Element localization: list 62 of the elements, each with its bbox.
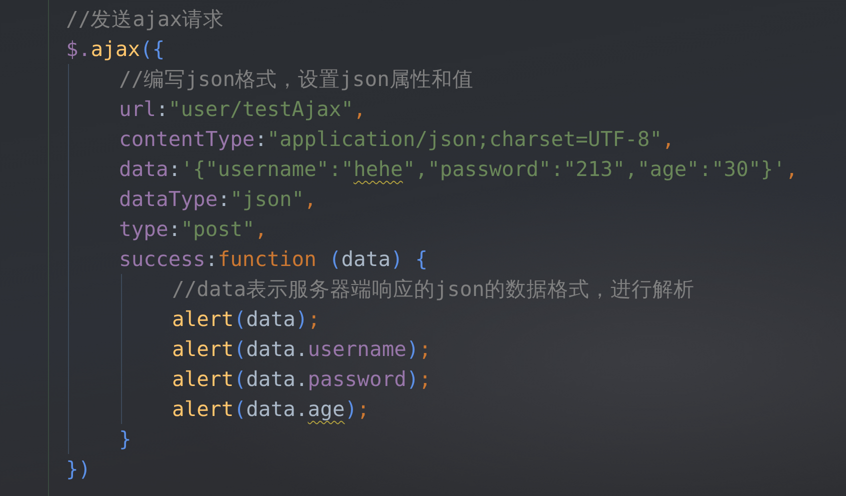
variable-name: data	[341, 247, 391, 271]
property-name: url	[119, 97, 156, 121]
function-name: alert	[172, 337, 234, 361]
property-name: type	[119, 217, 168, 241]
bracket: )	[406, 367, 419, 391]
string-literal: "post"	[180, 217, 255, 241]
string-literal: "user/testAjax"	[168, 97, 354, 121]
bracket: )	[344, 397, 358, 421]
property-name: dataType	[119, 187, 218, 211]
bracket: }	[119, 427, 132, 451]
bracket: ) {	[390, 247, 428, 271]
bracket: })	[66, 457, 91, 481]
punctuation: :	[205, 247, 218, 271]
punctuation: :	[254, 127, 268, 151]
bracket: (	[234, 397, 246, 421]
punctuation: :	[218, 187, 230, 211]
function-name: alert	[172, 367, 234, 391]
string-literal: "application/json;charset=UTF-8"	[267, 127, 662, 151]
punctuation: ;	[418, 367, 432, 391]
variable-name: data	[246, 367, 296, 391]
comment-text: //data表示服务器端响应的json的数据格式，进行解析	[172, 277, 694, 301]
string-literal: '{"username":"	[180, 157, 354, 181]
punctuation: :	[168, 217, 181, 241]
bracket: )	[406, 337, 419, 361]
bracket: (	[234, 367, 246, 391]
bracket: )	[295, 307, 308, 331]
property-name: password	[308, 367, 407, 391]
keyword: function	[218, 247, 316, 271]
property-name: success	[119, 247, 206, 271]
punctuation: .	[295, 367, 308, 391]
punctuation: ,	[662, 127, 674, 151]
bracket: (	[234, 307, 246, 331]
property-name: data	[119, 157, 168, 181]
property-name: username	[308, 337, 407, 361]
punctuation: ;	[308, 307, 320, 331]
string-literal: hehe	[354, 157, 403, 181]
punctuation: :	[168, 157, 181, 181]
punctuation: ,	[304, 187, 316, 211]
punctuation: ,	[354, 97, 366, 121]
function-name: alert	[172, 307, 234, 331]
function-name: ajax	[90, 37, 140, 61]
punctuation: .	[295, 397, 308, 421]
punctuation: :	[156, 97, 168, 121]
string-literal: ","password":"213","age":"30"}'	[402, 157, 786, 181]
variable-name: data	[246, 397, 296, 421]
bracket: ({	[140, 37, 165, 61]
punctuation: ;	[357, 397, 370, 421]
property-name: contentType	[119, 127, 255, 151]
variable-name: data	[246, 307, 296, 331]
punctuation: .	[295, 337, 308, 361]
variable-name: data	[246, 337, 296, 361]
bracket: (	[328, 247, 342, 271]
comment-text: //发送ajax请求	[66, 7, 224, 31]
punctuation: ,	[254, 217, 268, 241]
string-literal: "json"	[230, 187, 304, 211]
property-name: $.	[66, 37, 91, 61]
punctuation: ,	[786, 157, 798, 181]
bracket: (	[234, 337, 246, 361]
comment-text: //编写json格式，设置json属性和值	[119, 67, 474, 91]
punctuation: ;	[418, 337, 432, 361]
function-name: alert	[172, 397, 234, 421]
variable-name: age	[308, 397, 345, 421]
